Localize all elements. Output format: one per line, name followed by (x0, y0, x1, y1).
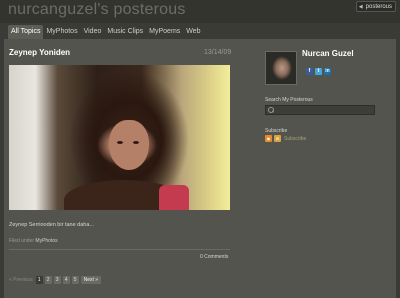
rss-icon[interactable]: ◉ (265, 135, 272, 142)
photo-subject-face (109, 120, 149, 170)
pagination-page[interactable]: 3 (53, 276, 61, 284)
subscribe-label: Subscribe (265, 128, 288, 134)
filed-under-tag[interactable]: MyPhotos (35, 238, 57, 244)
filed-under-prefix: Filed under (9, 238, 35, 244)
pagination: « Previous 1 2 3 4 5 Next » (9, 276, 102, 284)
pagination-page[interactable]: 5 (71, 276, 79, 284)
photo-eye (117, 141, 123, 144)
twitter-icon[interactable]: t (315, 68, 322, 75)
content-panel: Zeynep Yoniden 13/14/09 Zeynep Serrioode… (4, 39, 396, 298)
tab-mypoems[interactable]: MyPoems (146, 25, 183, 39)
post-date: 13/14/09 (204, 49, 232, 56)
post-body: Zeynep Serriooden bir tane daha... (9, 222, 95, 228)
posterous-badge[interactable]: ◀ posterous (355, 1, 396, 12)
topic-nav: All Topics MyPhotos Video Music Clips My… (8, 25, 204, 39)
tab-all-topics[interactable]: All Topics (8, 25, 44, 39)
post-divider (9, 249, 230, 250)
pagination-page[interactable]: 4 (62, 276, 70, 284)
facebook-icon[interactable]: f (306, 68, 313, 75)
filed-under: Filed under MyPhotos (9, 238, 58, 244)
tab-video[interactable]: Video (81, 25, 105, 39)
avatar[interactable] (265, 51, 297, 85)
posterous-badge-label: posterous (365, 3, 392, 10)
pagination-next[interactable]: Next » (80, 276, 102, 284)
arrow-left-icon: ◀ (358, 3, 363, 10)
pagination-page[interactable]: 2 (44, 276, 52, 284)
subscribe-row: ◉ ✉ Subscribe (265, 135, 306, 142)
pagination-page[interactable]: 1 (35, 276, 43, 284)
tab-web[interactable]: Web (183, 25, 203, 39)
social-links: f t in (306, 68, 331, 75)
author-name[interactable]: Nurcan Guzel (302, 49, 354, 58)
post-photo[interactable] (9, 65, 230, 210)
subscribe-link[interactable]: Subscribe (284, 136, 306, 142)
post-title[interactable]: Zeynep Yoniden (9, 48, 70, 57)
top-bar: nurcanguzel's posterous ◀ posterous (0, 0, 400, 23)
photo-subject-shirt (159, 185, 189, 210)
tab-music-clips[interactable]: Music Clips (104, 25, 146, 39)
search-label: Search My Posterous (265, 97, 313, 103)
pagination-previous[interactable]: « Previous (9, 277, 33, 283)
email-icon[interactable]: ✉ (274, 135, 281, 142)
search-input[interactable] (276, 106, 374, 114)
linkedin-icon[interactable]: in (324, 68, 331, 75)
comments-link[interactable]: 0 Comments (200, 254, 228, 260)
search-box (265, 105, 375, 115)
tab-myphotos[interactable]: MyPhotos (43, 25, 80, 39)
blog-title[interactable]: nurcanguzel's posterous (8, 1, 186, 19)
search-icon (266, 106, 276, 114)
photo-eye (133, 141, 139, 144)
